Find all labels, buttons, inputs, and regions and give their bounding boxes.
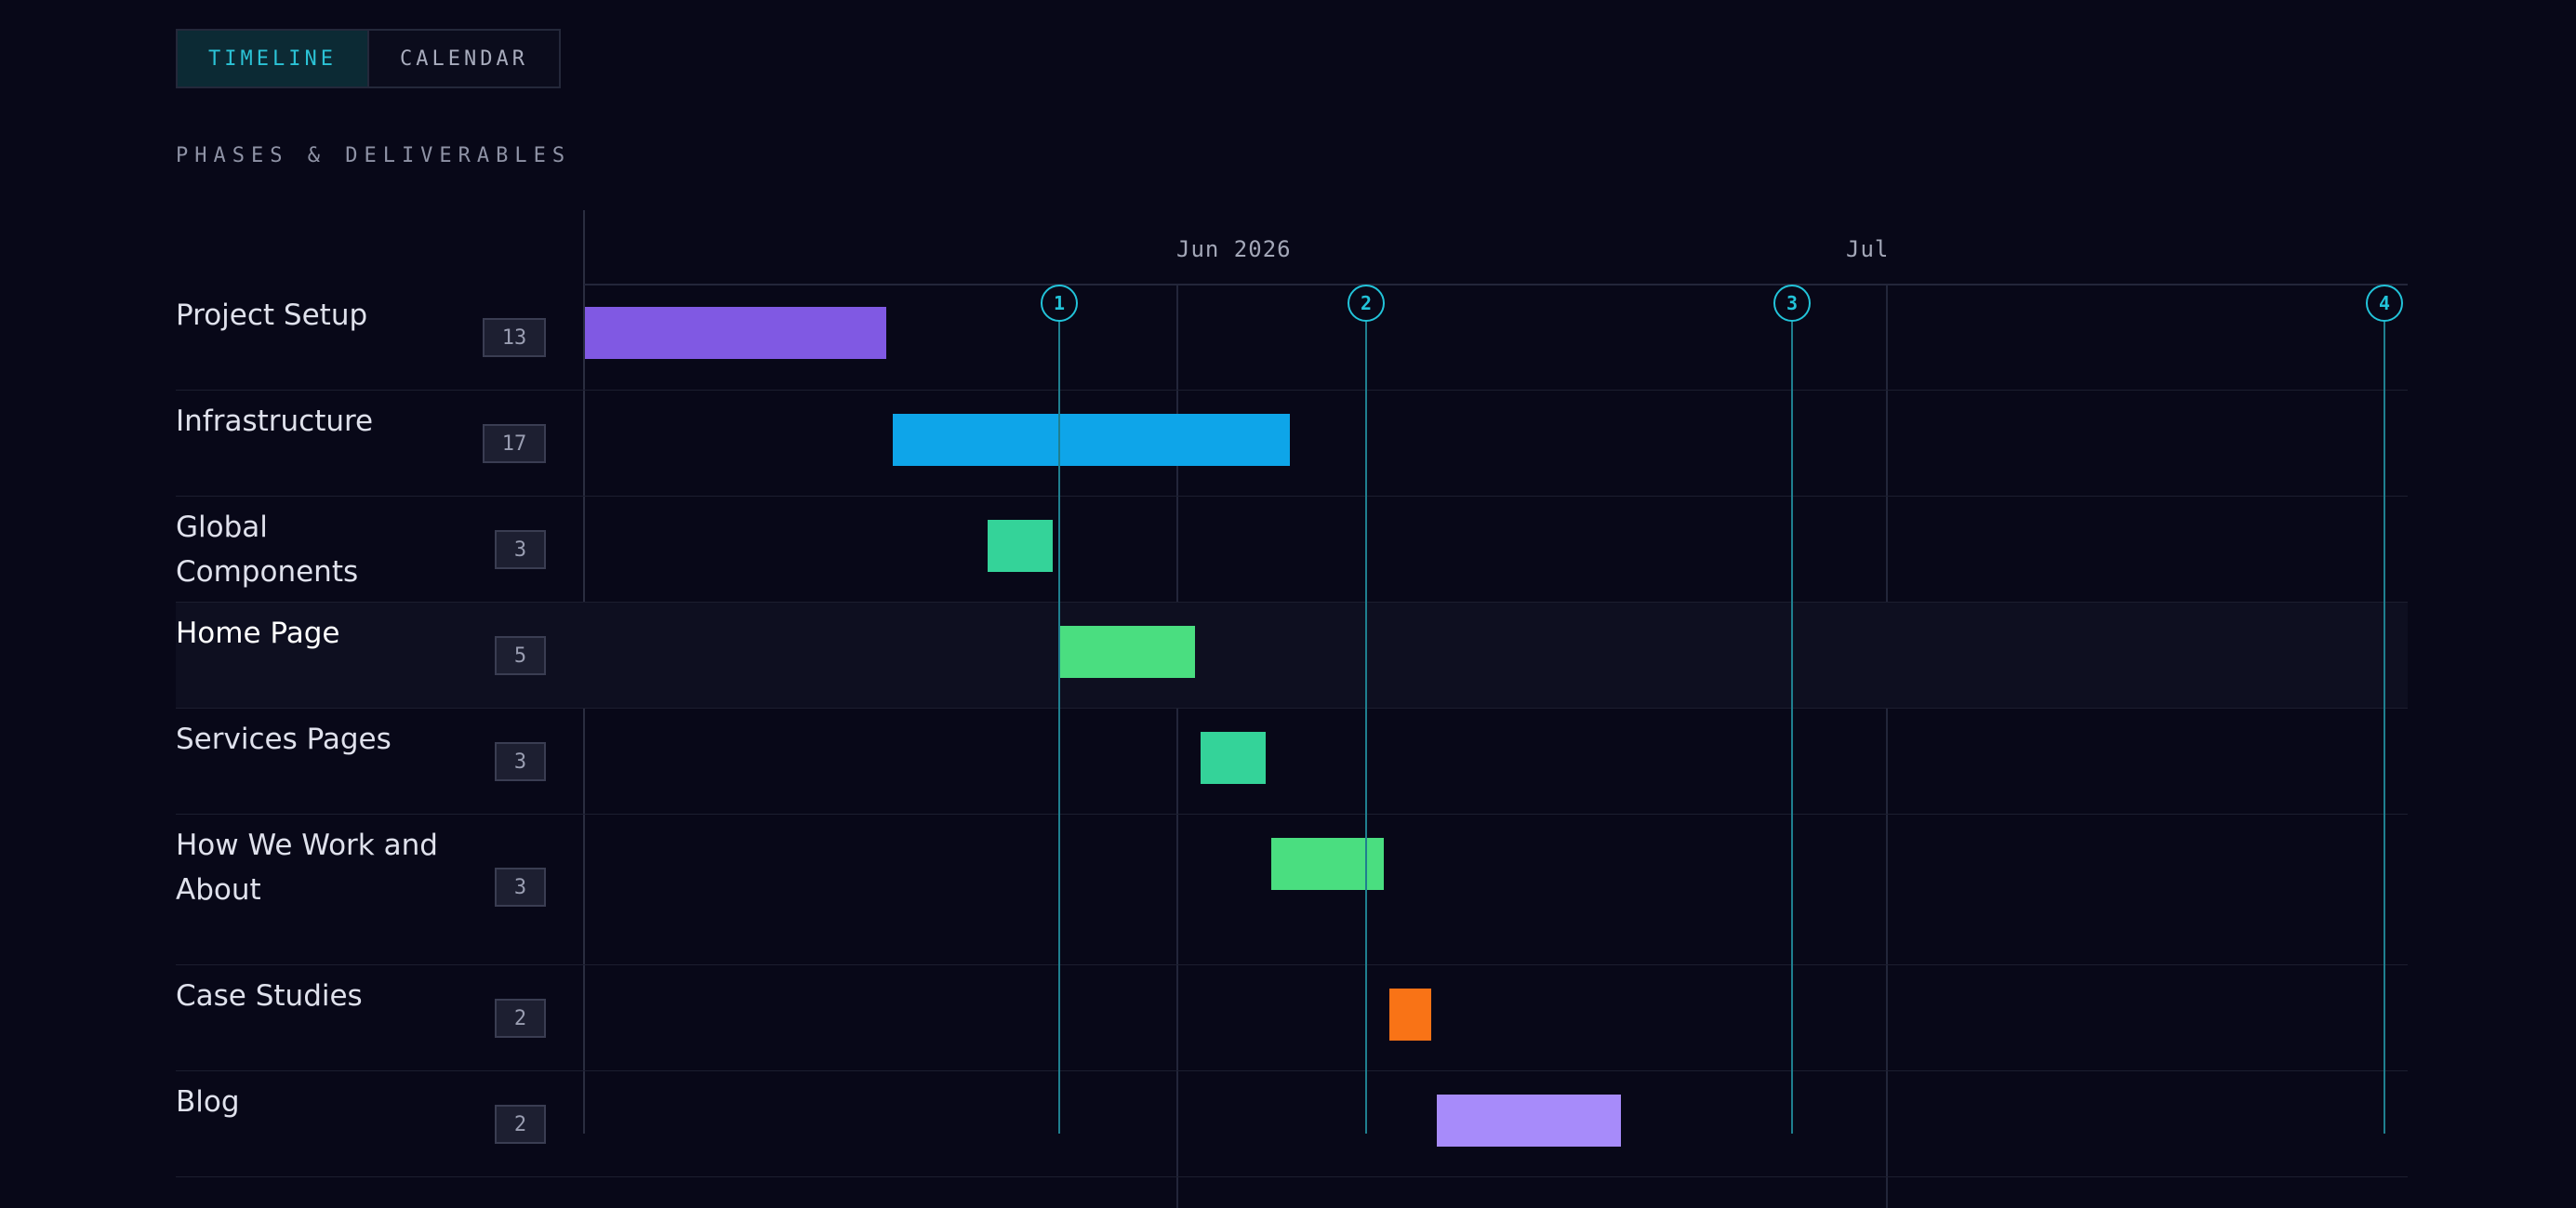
phase-name: Case Studies — [176, 979, 363, 1013]
phase-row[interactable]: Home Page 5 — [176, 603, 2408, 709]
deliverable-count-badge: 3 — [495, 742, 546, 781]
phase-name: Global Components — [176, 511, 359, 589]
phase-name: Home Page — [176, 617, 340, 650]
milestone-marker-2[interactable]: 2 — [1348, 285, 1385, 322]
phase-bar[interactable] — [585, 307, 886, 359]
milestone-line-2 — [1365, 322, 1367, 1134]
gantt-chart: Jun 2026 Jul Project Setup 13 Infrastructu… — [0, 0, 2576, 1208]
milestone-line-4 — [2383, 322, 2385, 1134]
milestone-line-3 — [1791, 322, 1793, 1134]
deliverable-count-badge: 2 — [495, 1105, 546, 1144]
phase-row[interactable]: Project Setup 13 — [176, 285, 2408, 391]
milestone-marker-3[interactable]: 3 — [1773, 285, 1811, 322]
phase-row[interactable]: Blog 2 — [176, 1071, 2408, 1177]
phase-bar[interactable] — [1389, 989, 1431, 1041]
deliverable-count-badge: 2 — [495, 999, 546, 1038]
phase-name: Project Setup — [176, 299, 368, 332]
month-label-jul: Jul — [1846, 236, 1890, 262]
phase-row[interactable]: Case Studies 2 — [176, 965, 2408, 1071]
milestone-line-1 — [1058, 322, 1060, 1134]
phase-name: How We Work and About — [176, 829, 438, 907]
deliverable-count-badge: 17 — [483, 424, 546, 463]
phase-row[interactable]: Infrastructure 17 — [176, 391, 2408, 497]
phase-bar[interactable] — [1201, 732, 1266, 784]
deliverable-count-badge: 3 — [495, 868, 546, 907]
phase-bar[interactable] — [893, 414, 1290, 466]
phase-name: Blog — [176, 1085, 240, 1119]
deliverable-count-badge: 3 — [495, 530, 546, 569]
deliverable-count-badge: 5 — [495, 636, 546, 675]
phase-row[interactable]: Services Pages 3 — [176, 709, 2408, 815]
milestone-marker-1[interactable]: 1 — [1041, 285, 1078, 322]
deliverable-count-badge: 13 — [483, 318, 546, 357]
milestone-marker-4[interactable]: 4 — [2366, 285, 2403, 322]
phase-bar[interactable] — [988, 520, 1053, 572]
phase-bar[interactable] — [1437, 1095, 1621, 1147]
phase-bar[interactable] — [1058, 626, 1195, 678]
phase-name: Services Pages — [176, 723, 392, 756]
phase-row[interactable]: Global Components 3 — [176, 497, 2408, 603]
phase-name: Infrastructure — [176, 405, 374, 438]
month-label-jun: Jun 2026 — [1176, 236, 1292, 262]
